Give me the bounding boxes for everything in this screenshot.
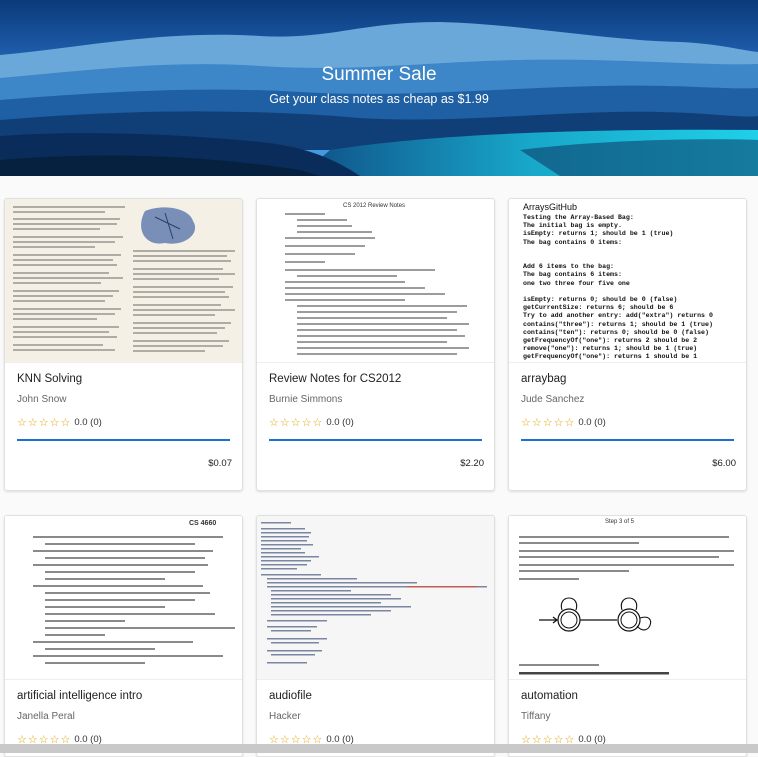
thumbnail-heading: ArraysGitHub	[523, 202, 578, 212]
thumbnail-console-output: Testing the Array-Based Bag: The initial…	[523, 214, 713, 362]
note-author: Tiffany	[521, 711, 551, 722]
note-title[interactable]: automation	[521, 690, 578, 702]
note-thumbnail[interactable]: Step 3 of 5	[509, 516, 746, 680]
note-title[interactable]: Review Notes for CS2012	[269, 373, 401, 385]
note-thumbnail[interactable]	[257, 516, 494, 680]
hero-title: Summer Sale	[321, 64, 437, 85]
rating-value: 0.0 (0)	[326, 733, 354, 745]
note-card-audiofile[interactable]: audiofile Hacker ☆☆☆☆☆ 0.0 (0)	[256, 515, 495, 757]
note-author: Hacker	[269, 711, 301, 722]
note-author: John Snow	[17, 394, 67, 405]
code-editor-image	[257, 516, 494, 679]
horizontal-scrollbar[interactable]	[0, 744, 758, 753]
note-price: $2.20	[460, 458, 484, 469]
note-card-knn-solving[interactable]: KNN Solving John Snow ☆☆☆☆☆ 0.0 (0) $0.0…	[4, 198, 243, 491]
note-price: $6.00	[712, 458, 736, 469]
note-price: $0.07	[208, 458, 232, 469]
note-card-review-notes-cs2012[interactable]: CS 2012 Review Notes Review Notes for CS…	[256, 198, 495, 491]
handwritten-notes-image	[5, 199, 242, 362]
note-title[interactable]: artificial intelligence intro	[17, 690, 142, 702]
note-thumbnail[interactable]: ArraysGitHub Testing the Array-Based Bag…	[509, 199, 746, 363]
note-card-automation[interactable]: Step 3 of 5 automation Tiffany ☆☆☆☆☆ 0.0…	[508, 515, 747, 757]
divider	[521, 439, 734, 441]
hero-banner: Summer Sale Get your class notes as chea…	[0, 0, 758, 176]
note-thumbnail[interactable]: CS 2012 Review Notes	[257, 199, 494, 363]
note-card-artificial-intelligence-intro[interactable]: CS 4660 artificial intelligence intro Ja…	[4, 515, 243, 757]
note-author: Burnie Simmons	[269, 394, 343, 405]
rating-value: 0.0 (0)	[74, 733, 102, 745]
note-thumbnail[interactable]: CS 4660	[5, 516, 242, 680]
rating: ☆☆☆☆☆ 0.0 (0)	[269, 416, 354, 429]
star-rating-icons: ☆☆☆☆☆	[269, 416, 324, 429]
note-card-arraybag[interactable]: ArraysGitHub Testing the Array-Based Bag…	[508, 198, 747, 491]
note-title[interactable]: KNN Solving	[17, 373, 82, 385]
note-author: Janella Peral	[17, 711, 75, 722]
rating-value: 0.0 (0)	[578, 416, 606, 428]
rating-value: 0.0 (0)	[74, 416, 102, 428]
note-thumbnail[interactable]	[5, 199, 242, 363]
document-text-image	[33, 536, 235, 664]
rating-value: 0.0 (0)	[326, 416, 354, 428]
star-rating-icons: ☆☆☆☆☆	[17, 416, 72, 429]
hero-subtitle: Get your class notes as cheap as $1.99	[269, 92, 489, 106]
rating: ☆☆☆☆☆ 0.0 (0)	[17, 416, 102, 429]
note-title[interactable]: audiofile	[269, 690, 312, 702]
document-text-image	[285, 213, 469, 355]
divider	[269, 439, 482, 441]
rating: ☆☆☆☆☆ 0.0 (0)	[521, 416, 606, 429]
note-title[interactable]: arraybag	[521, 373, 566, 385]
note-author: Jude Sanchez	[521, 394, 585, 405]
star-rating-icons: ☆☆☆☆☆	[521, 416, 576, 429]
automaton-diagram-image	[519, 536, 734, 675]
rating-value: 0.0 (0)	[578, 733, 606, 745]
divider	[17, 439, 230, 441]
mountain-landscape-illustration	[0, 0, 758, 176]
